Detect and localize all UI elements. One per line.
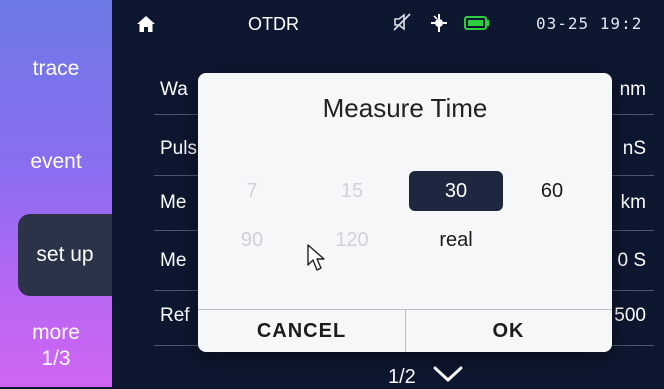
setting-value-measure-range[interactable]: km	[621, 192, 646, 214]
sidebar-item-more[interactable]: more 1/3	[0, 320, 112, 372]
measure-time-dialog: Measure Time 7 15 30 60 90 120 real CANC…	[198, 73, 612, 352]
gps-icon	[431, 14, 447, 32]
setting-value-wavelength[interactable]: nm	[620, 79, 646, 101]
setting-label-wavelength[interactable]: Wa	[160, 79, 188, 101]
mouse-pointer-icon	[307, 244, 325, 271]
setting-value-refractive-index[interactable]: 500	[614, 305, 646, 327]
sidebar: trace event set up more 1/3	[0, 0, 112, 387]
cancel-button[interactable]: CANCEL	[198, 310, 405, 352]
setting-value-measure-time[interactable]: 0 S	[617, 250, 646, 272]
sidebar-item-label: trace	[32, 57, 80, 80]
sidebar-item-event[interactable]: event	[0, 149, 112, 175]
option-7[interactable]: 7	[205, 171, 299, 211]
option-90[interactable]: 90	[205, 220, 299, 260]
sidebar-item-trace[interactable]: trace	[0, 56, 112, 82]
setting-label-refractive-index[interactable]: Ref	[160, 305, 190, 327]
setting-value-pulse[interactable]: nS	[623, 138, 646, 160]
option-30-selected[interactable]: 30	[409, 171, 503, 211]
status-bar: OTDR 03-25 19:2	[112, 0, 664, 46]
sidebar-item-label: more	[32, 321, 80, 344]
ok-button[interactable]: OK	[405, 310, 612, 352]
option-real[interactable]: real	[409, 220, 503, 260]
otdr-screen: trace event set up more 1/3 OTDR 03-25 1…	[0, 0, 664, 388]
home-icon[interactable]	[136, 14, 156, 34]
sidebar-page-indicator: 1/3	[41, 347, 71, 370]
sidebar-item-setup[interactable]: set up	[18, 214, 112, 296]
page-indicator: 1/2	[388, 366, 416, 388]
chevron-down-icon[interactable]	[433, 366, 463, 382]
sidebar-item-label: set up	[36, 243, 94, 266]
app-title: OTDR	[248, 14, 299, 34]
setting-label-measure-range[interactable]: Me	[160, 192, 186, 214]
setting-label-pulse[interactable]: Puls	[160, 138, 197, 160]
clock: 03-25 19:2	[536, 14, 643, 33]
sidebar-item-label: event	[30, 150, 82, 173]
option-15[interactable]: 15	[305, 171, 399, 211]
option-60[interactable]: 60	[505, 171, 599, 211]
mute-icon	[393, 13, 411, 31]
battery-icon	[464, 16, 489, 30]
setting-label-measure-time[interactable]: Me	[160, 250, 186, 272]
dialog-title: Measure Time	[322, 93, 488, 123]
